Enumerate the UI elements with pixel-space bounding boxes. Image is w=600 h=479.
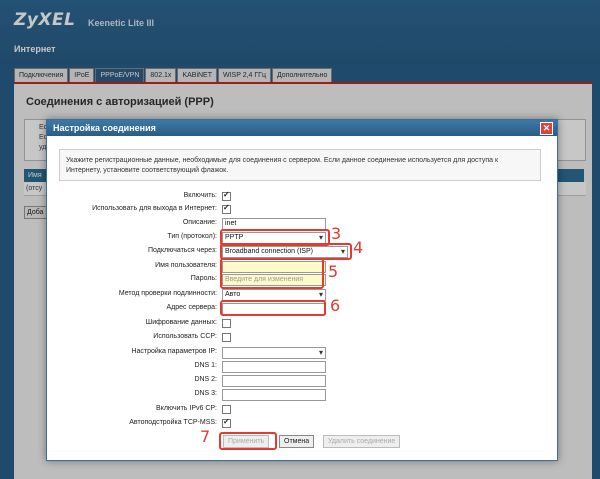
- enable-checkbox[interactable]: [222, 190, 231, 201]
- close-icon[interactable]: ✕: [540, 122, 553, 135]
- use-internet-label: Использовать для выхода в Интернет:: [92, 205, 217, 212]
- highlight-credentials: [220, 258, 324, 289]
- tcp-mss-label: Автоподстройка TCP-MSS:: [129, 419, 217, 426]
- auth-method-value: Авто: [225, 291, 241, 298]
- connect-via-label: Подключаться через:: [148, 247, 217, 254]
- description-label: Описание:: [182, 219, 217, 226]
- username-label: Имя пользователя:: [155, 262, 217, 269]
- ip-settings-label: Настройка параметров IP:: [131, 348, 217, 355]
- enable-label: Включить:: [183, 192, 217, 199]
- encryption-checkbox[interactable]: [222, 319, 231, 328]
- dns3-label: DNS 3:: [194, 390, 217, 397]
- highlight-apply: [219, 432, 277, 450]
- annotation-5: 5: [328, 262, 339, 281]
- ip-settings-select[interactable]: [222, 347, 326, 359]
- annotation-7: 7: [200, 427, 211, 446]
- dialog-title-bar: Настройка соединения ✕: [47, 120, 557, 136]
- ipv6cp-checkbox[interactable]: [222, 405, 231, 414]
- dns2-input[interactable]: [222, 375, 326, 387]
- dialog-title: Настройка соединения: [53, 123, 156, 133]
- ccp-label: Использовать CCP:: [153, 333, 217, 340]
- delete-connection-button[interactable]: Удалить соединение: [323, 435, 401, 448]
- annotation-6: 6: [330, 296, 341, 315]
- annotation-4: 4: [353, 238, 364, 257]
- highlight-server: [220, 300, 326, 316]
- dns1-input[interactable]: [222, 361, 326, 373]
- ipv6cp-label: Включить IPv6 CP:: [156, 405, 217, 412]
- server-label: Адрес сервера:: [166, 304, 217, 311]
- info-message: Укажите регистрационные данные, необходи…: [59, 149, 541, 181]
- password-label: Пароль:: [190, 275, 217, 282]
- dns1-label: DNS 1:: [194, 362, 217, 369]
- dns2-label: DNS 2:: [194, 376, 217, 383]
- use-internet-checkbox[interactable]: [222, 203, 231, 214]
- annotation-3: 3: [331, 224, 342, 243]
- encryption-label: Шифрование данных:: [145, 319, 217, 326]
- auth-method-label: Метод проверки подлинности:: [118, 290, 217, 297]
- connection-settings-dialog: Настройка соединения ✕ Укажите регистрац…: [46, 119, 558, 461]
- protocol-label: Тип (протокол):: [167, 233, 217, 240]
- cancel-button[interactable]: Отмена: [279, 435, 315, 448]
- dns3-input[interactable]: [222, 389, 326, 401]
- tcp-mss-checkbox[interactable]: [222, 417, 231, 428]
- ccp-checkbox[interactable]: [222, 333, 231, 342]
